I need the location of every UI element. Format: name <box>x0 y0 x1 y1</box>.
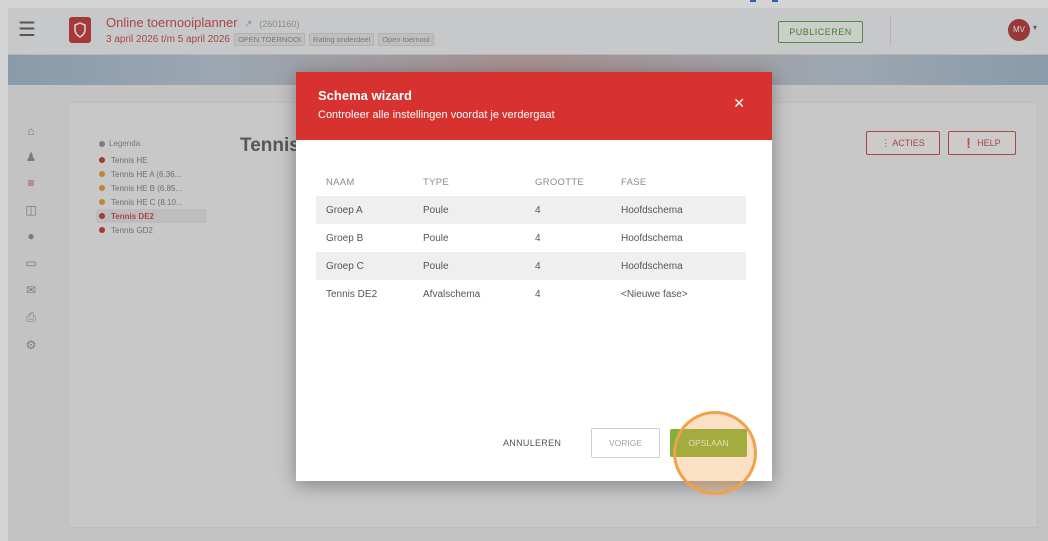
dialog-subtitle: Controleer alle instellingen voordat je … <box>318 109 555 121</box>
cell-grootte: 4 <box>535 232 541 244</box>
column-header-grootte: GROOTTE <box>535 176 585 188</box>
cell-grootte: 4 <box>535 288 541 300</box>
cell-fase: Hoofdschema <box>621 260 683 272</box>
cell-type: Poule <box>423 260 449 272</box>
table-row: Groep B Poule 4 Hoofdschema <box>316 224 746 252</box>
cell-naam: Groep B <box>326 232 364 244</box>
table-row: Groep C Poule 4 Hoofdschema <box>316 252 746 280</box>
column-header-type: TYPE <box>423 176 450 188</box>
cell-naam: Groep C <box>326 260 364 272</box>
dialog-header: Schema wizard Controleer alle instelling… <box>296 72 772 140</box>
column-header-naam: NAAM <box>326 176 355 188</box>
dialog-title: Schema wizard <box>318 88 412 103</box>
cell-fase: Hoofdschema <box>621 204 683 216</box>
click-highlight-marker <box>673 411 757 495</box>
table-row: Groep A Poule 4 Hoofdschema <box>316 196 746 224</box>
previous-button[interactable]: VORIGE <box>591 428 660 458</box>
cell-fase: Hoofdschema <box>621 232 683 244</box>
cell-grootte: 4 <box>535 260 541 272</box>
cell-fase: <Nieuwe fase> <box>621 288 688 300</box>
cell-naam: Tennis DE2 <box>326 288 378 300</box>
schema-table: NAAM TYPE GROOTTE FASE Groep A Poule 4 H… <box>316 168 746 308</box>
table-header: NAAM TYPE GROOTTE FASE <box>316 168 746 196</box>
close-icon[interactable]: ✕ <box>733 96 745 110</box>
cell-type: Afvalschema <box>423 288 481 300</box>
cell-type: Poule <box>423 232 449 244</box>
cell-naam: Groep A <box>326 204 363 216</box>
cancel-button[interactable]: ANNULEREN <box>503 438 561 448</box>
cell-type: Poule <box>423 204 449 216</box>
column-header-fase: FASE <box>621 176 647 188</box>
cell-grootte: 4 <box>535 204 541 216</box>
table-row: Tennis DE2 Afvalschema 4 <Nieuwe fase> <box>316 280 746 308</box>
